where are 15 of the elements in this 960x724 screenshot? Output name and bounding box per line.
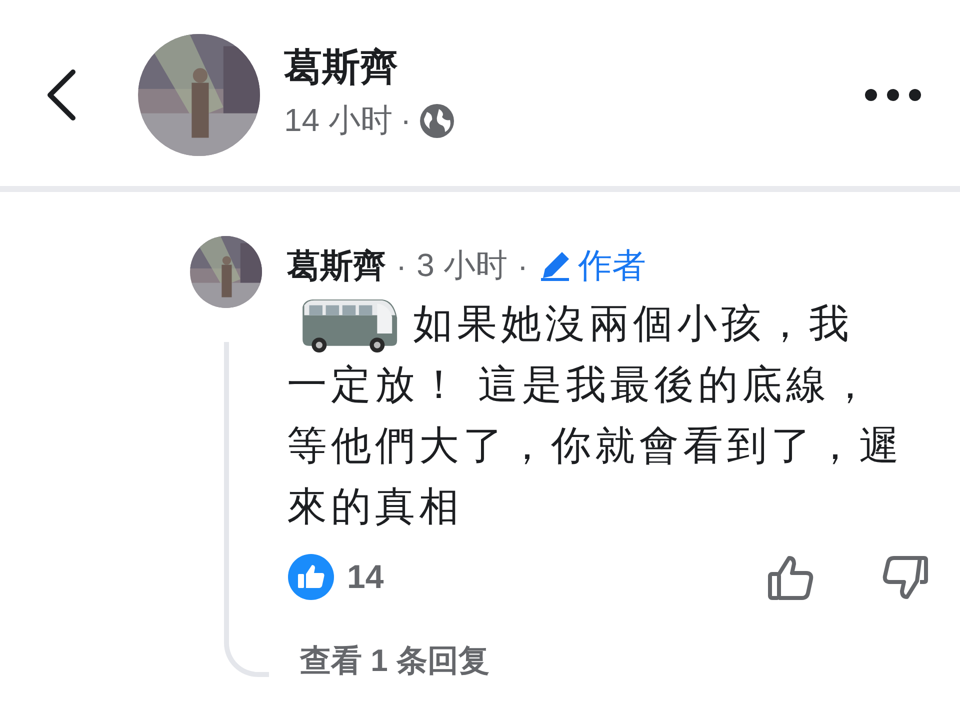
separator-dot: · bbox=[400, 102, 412, 139]
pencil-icon bbox=[538, 249, 572, 283]
more-options-icon[interactable] bbox=[864, 88, 922, 102]
comment-time: 3 小时 bbox=[416, 246, 508, 285]
separator-dot: · bbox=[396, 248, 407, 284]
author-name[interactable]: 葛斯齊 bbox=[284, 42, 456, 92]
separator-dot: · bbox=[517, 248, 528, 284]
author-label: 作者 bbox=[578, 246, 646, 287]
view-replies-link[interactable]: 查看 1 条回复 bbox=[300, 640, 490, 682]
globe-icon bbox=[419, 102, 456, 138]
commenter-name[interactable]: 葛斯齊 bbox=[287, 244, 386, 288]
reaction-count: 14 bbox=[347, 558, 384, 596]
post-time: 14 小时 bbox=[284, 100, 392, 140]
like-reaction-icon bbox=[287, 553, 335, 602]
comment-text: 如果她沒兩個小孩，我 一定放！ 這是我最後的底線， 等他們大了，你就會看到了，遲 來的真相 bbox=[287, 294, 930, 538]
